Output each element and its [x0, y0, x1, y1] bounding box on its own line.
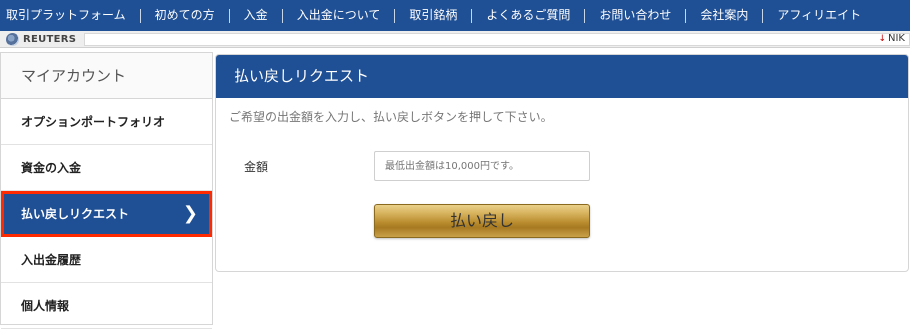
nav-deposit-withdrawal-info[interactable]: 入出金について — [283, 0, 395, 31]
reuters-logo[interactable]: REUTERS — [6, 32, 77, 46]
nav-affiliate[interactable]: アフィリエイト — [763, 0, 875, 31]
sidebar-title: マイアカウント — [1, 52, 212, 99]
nav-contact[interactable]: お問い合わせ — [585, 0, 685, 31]
sidebar-item-personal-info[interactable]: 個人情報 — [1, 283, 212, 329]
ticker-quote: ↓ NIK — [878, 33, 905, 44]
down-arrow-icon: ↓ — [878, 33, 886, 44]
sidebar-item-label: 入出金履歴 — [21, 253, 82, 267]
nav-beginners[interactable]: 初めての方 — [141, 0, 229, 31]
withdrawal-panel: 払い戻しリクエスト ご希望の出金額を入力し、払い戻しボタンを押して下さい。 金額… — [215, 54, 909, 272]
sidebar-item-label: 個人情報 — [21, 299, 70, 313]
sidebar-item-withdrawal-request[interactable]: 払い戻しリクエスト ❯ — [1, 191, 212, 237]
reuters-logo-text: REUTERS — [23, 33, 77, 45]
panel-title: 払い戻しリクエスト — [216, 55, 908, 98]
sidebar-item-option-portfolio[interactable]: オプションポートフォリオ — [1, 99, 212, 145]
chevron-right-icon: ❯ — [182, 203, 198, 224]
nav-faq[interactable]: よくあるご質問 — [472, 0, 584, 31]
ticker-quote-text: NIK — [888, 32, 905, 44]
nav-trading-instruments[interactable]: 取引銘柄 — [395, 0, 471, 31]
sidebar-item-label: オプションポートフォリオ — [21, 115, 166, 129]
ticker-strip[interactable]: ↓ NIK — [84, 32, 910, 46]
nav-company[interactable]: 会社案内 — [686, 0, 762, 31]
amount-input[interactable] — [374, 151, 590, 181]
sidebar-item-label: 資金の入金 — [21, 161, 82, 175]
reuters-ticker: REUTERS ↓ NIK — [0, 31, 910, 48]
reuters-logo-icon — [6, 32, 19, 46]
sidebar-item-transaction-history[interactable]: 入出金履歴 — [1, 237, 212, 283]
nav-trading-platform[interactable]: 取引プラットフォーム — [0, 0, 140, 31]
amount-label: 金額 — [244, 159, 269, 174]
amount-row: 金額 — [244, 151, 590, 181]
sidebar-item-deposit[interactable]: 資金の入金 — [1, 145, 212, 191]
top-navigation: 取引プラットフォーム 初めての方 入金 入出金について 取引銘柄 よくあるご質問… — [0, 0, 910, 31]
withdraw-button[interactable]: 払い戻し — [374, 204, 590, 238]
panel-description: ご希望の出金額を入力し、払い戻しボタンを押して下さい。 — [229, 110, 553, 124]
nav-deposit[interactable]: 入金 — [230, 0, 282, 31]
sidebar-item-label: 払い戻しリクエスト — [21, 207, 130, 221]
account-sidebar: マイアカウント オプションポートフォリオ 資金の入金 払い戻しリクエスト ❯ 入… — [0, 52, 213, 329]
